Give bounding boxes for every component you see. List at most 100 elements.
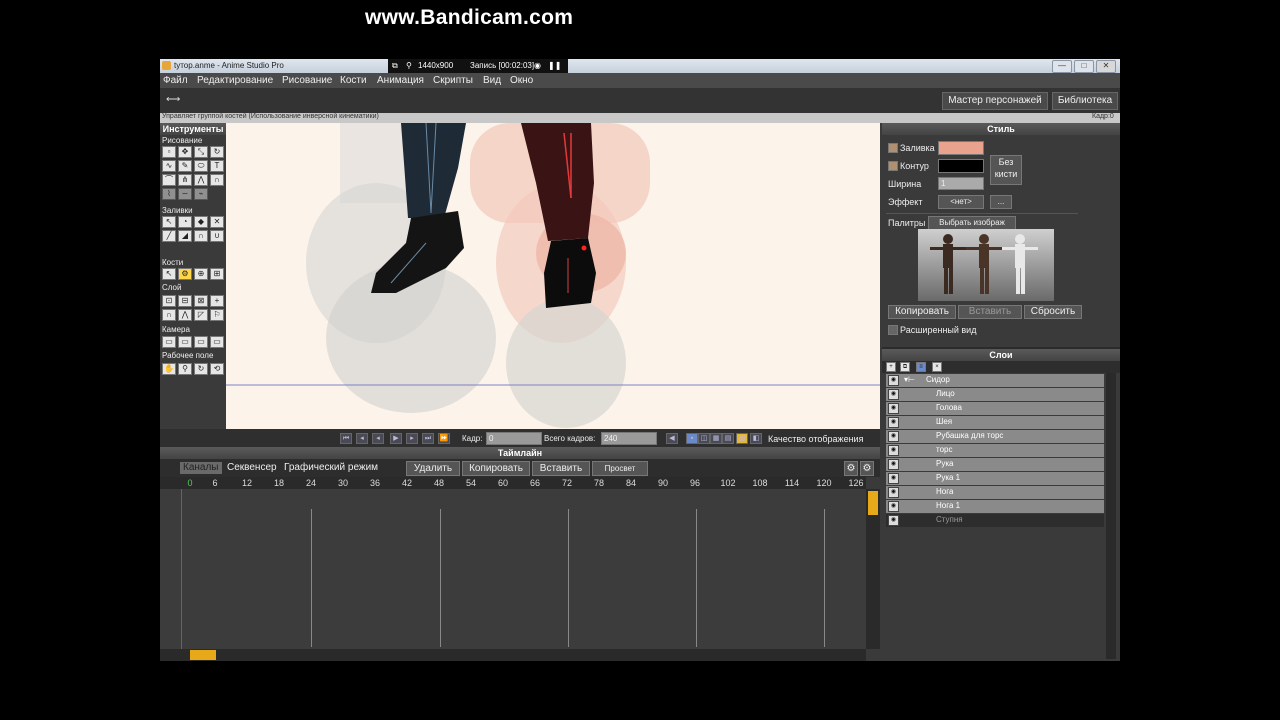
color-swatch-icon[interactable]: ▨ (736, 433, 748, 444)
rotate-layer-icon[interactable]: ∩ (162, 309, 176, 321)
step-forward-icon[interactable]: ▸ (406, 433, 418, 444)
outline-checkbox[interactable] (888, 161, 898, 171)
width-field[interactable]: 1 (938, 177, 984, 190)
layer-row[interactable]: ◉ Рубашка для торс (886, 430, 1104, 443)
layer-row[interactable]: ◉ Лицо (886, 388, 1104, 401)
eye-icon[interactable]: ◉ (888, 445, 899, 456)
noise-icon[interactable]: ∽ (178, 188, 192, 200)
menu-window[interactable]: Окно (510, 75, 533, 86)
grid-view-icon[interactable]: ▤ (722, 433, 734, 444)
maximize-button[interactable]: □ (1074, 60, 1094, 73)
close-button[interactable]: ✕ (1096, 60, 1116, 73)
eye-icon[interactable]: ◉ (888, 487, 899, 498)
eye-icon[interactable]: ◉ (888, 431, 899, 442)
translate-points-icon[interactable]: ✥ (178, 146, 192, 158)
tab-channels[interactable]: Каналы (180, 462, 222, 474)
outline-color-swatch[interactable] (938, 159, 984, 173)
layer-row[interactable]: ◉ торс (886, 444, 1104, 457)
eye-icon[interactable]: ◉ (888, 459, 899, 470)
menu-edit[interactable]: Редактирование (197, 75, 273, 86)
line-width-icon[interactable]: ╱ (162, 230, 176, 242)
add-icon[interactable]: + (210, 295, 224, 307)
manipulate-bones-icon[interactable]: ⚙ (178, 268, 192, 280)
zoom-icon[interactable]: ⚲ (178, 363, 192, 375)
rotate-points-icon[interactable]: ↻ (210, 146, 224, 158)
layer-settings-icon[interactable]: ≡ (916, 362, 926, 372)
text-icon[interactable]: T (210, 160, 224, 172)
timeline-vertical-scrollbar[interactable] (866, 489, 880, 649)
onion-skin-icon[interactable]: ◧ (750, 433, 762, 444)
fast-forward-icon[interactable]: ⏭ (422, 433, 434, 444)
palette-preview-image[interactable] (918, 229, 1054, 301)
style-reset-button[interactable]: Сбросить (1024, 305, 1082, 319)
select-bone-icon[interactable]: ↖ (162, 268, 176, 280)
switch-layer-icon[interactable]: ⚐ (210, 309, 224, 321)
frame-field[interactable]: 0 (486, 432, 542, 445)
shear-icon[interactable]: ∩ (210, 174, 224, 186)
layer-row-selected[interactable]: ◉ Ступня (886, 514, 1104, 527)
track-camera-icon[interactable]: ▭ (162, 336, 176, 348)
single-view-icon[interactable]: ▪ (686, 433, 698, 444)
hand-icon[interactable]: ✋ (162, 363, 176, 375)
onion-dropdown[interactable]: Просвет (592, 461, 648, 476)
menu-animation[interactable]: Анимация (377, 75, 424, 86)
eye-icon[interactable]: ◉ (888, 389, 899, 400)
scale-layer-icon[interactable]: ⊠ (194, 295, 208, 307)
display-quality-label[interactable]: Качество отображения (768, 434, 863, 444)
tab-graph-mode[interactable]: Графический режим (284, 462, 378, 474)
effect-more-button[interactable]: ... (990, 195, 1012, 209)
library-button[interactable]: Библиотека (1052, 92, 1118, 110)
eye-icon[interactable]: ◉ (888, 501, 899, 512)
playhead[interactable] (181, 489, 182, 649)
menu-bones[interactable]: Кости (340, 75, 367, 86)
select-shape-icon[interactable]: ↖ (162, 216, 176, 228)
quad-view-icon[interactable]: ▦ (710, 433, 722, 444)
warp-icon[interactable]: ⌁ (194, 188, 208, 200)
paint-bucket-icon[interactable]: ◆ (194, 216, 208, 228)
split-view-icon[interactable]: ◫ (698, 433, 710, 444)
style-copy-button[interactable]: Копировать (888, 305, 956, 319)
magnet-icon[interactable]: ⋔ (178, 174, 192, 186)
perspective-icon[interactable]: ⋀ (194, 174, 208, 186)
new-layer-icon[interactable]: + (886, 362, 896, 372)
back-frame-icon[interactable]: ◀ (666, 433, 678, 444)
go-end-icon[interactable]: ⏩ (438, 433, 450, 444)
copy-button[interactable]: Копировать (462, 461, 530, 476)
layer-row[interactable]: ◉ Нога (886, 486, 1104, 499)
layer-row[interactable]: ◉ Рука 1 (886, 472, 1104, 485)
bone-strength-icon[interactable]: ⊕ (194, 268, 208, 280)
set-origin-icon[interactable]: ⊡ (162, 295, 176, 307)
eye-icon[interactable]: ◉ (888, 417, 899, 428)
create-shape-icon[interactable]: ◔ (178, 216, 192, 228)
eye-icon[interactable]: ◉ (888, 375, 899, 386)
offset-bone-icon[interactable]: ⊞ (210, 268, 224, 280)
hide-edge-icon[interactable]: ◢ (178, 230, 192, 242)
expand-icon[interactable]: ▾⊢ (904, 375, 915, 384)
step-back-icon[interactable]: ◂ (356, 433, 368, 444)
character-wizard-button[interactable]: Мастер персонажей (942, 92, 1048, 110)
tab-sequencer[interactable]: Секвенсер (227, 462, 277, 474)
duplicate-layer-icon[interactable]: ⧉ (900, 362, 910, 372)
advanced-checkbox[interactable] (888, 325, 898, 335)
effect-dropdown[interactable]: <нет> (938, 195, 984, 209)
menu-draw[interactable]: Рисование (282, 75, 332, 86)
translate-layer-icon[interactable]: ⊟ (178, 295, 192, 307)
freehand-icon[interactable]: ✎ (178, 160, 192, 172)
play-back-icon[interactable]: ◂ (372, 433, 384, 444)
select-points-icon[interactable]: ▫ (162, 146, 176, 158)
canvas[interactable] (226, 123, 880, 429)
shear-layer-icon[interactable]: ◸ (194, 309, 208, 321)
curvature-icon[interactable]: ⌒ (162, 174, 176, 186)
zoom-camera-icon[interactable]: ▭ (178, 336, 192, 348)
layer-row[interactable]: ◉ Нога 1 (886, 500, 1104, 513)
scale-points-icon[interactable]: ⤡ (194, 146, 208, 158)
roll-camera-icon[interactable]: ▭ (194, 336, 208, 348)
vertical-scroll-thumb[interactable] (868, 491, 878, 515)
delete-layer-icon[interactable]: × (932, 362, 942, 372)
zoom-in-icon[interactable]: ⚙ (844, 461, 858, 476)
play-icon[interactable]: ▶ (390, 433, 402, 444)
pan-tilt-camera-icon[interactable]: ▭ (210, 336, 224, 348)
eye-icon[interactable]: ◉ (888, 473, 899, 484)
timeline-horizontal-scrollbar[interactable] (160, 649, 866, 661)
delete-button[interactable]: Удалить (406, 461, 460, 476)
